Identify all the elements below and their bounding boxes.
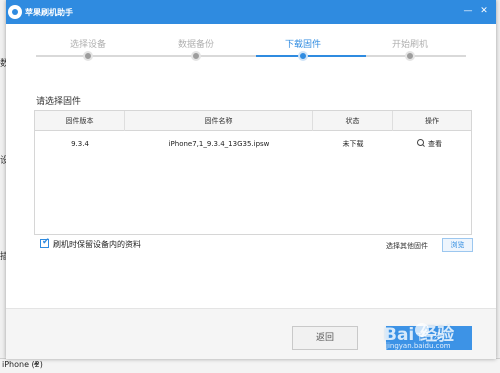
dialog-title: 苹果刷机助手	[25, 8, 73, 17]
column-status: 状态	[313, 111, 393, 131]
step-dot-download	[298, 51, 308, 61]
back-button[interactable]: 返回	[292, 326, 358, 350]
column-name: 固件名称	[125, 111, 313, 131]
keep-data-label[interactable]: 刷机时保留设备内的资料	[53, 239, 141, 250]
step-label-backup: 数据备份	[177, 40, 214, 50]
row-version: 9.3.4	[71, 140, 89, 148]
column-action: 操作	[425, 117, 439, 125]
section-label: 请选择固件	[36, 97, 82, 107]
step-dot-select-device	[83, 51, 93, 61]
row-status: 未下载	[342, 140, 364, 148]
step-label-flash: 开始刷机	[391, 40, 428, 50]
step-line-pending	[366, 55, 466, 57]
watermark-url: jingyan.baidu.com	[386, 342, 451, 350]
paw-icon	[415, 323, 429, 337]
baidu-watermark: Bai 经验 jingyan.baidu.com	[384, 318, 494, 358]
step-dot-flash	[405, 51, 415, 61]
step-label-select-device: 选择设备	[69, 40, 106, 50]
search-icon	[417, 139, 425, 147]
step-label-download: 下载固件	[284, 40, 321, 50]
view-button[interactable]: 查看	[417, 132, 442, 156]
step-line-active	[256, 55, 366, 57]
title-bar[interactable]: 苹果刷机助手 — ✕	[6, 0, 496, 24]
background-taskbar: iPhone (2) ⏶	[0, 358, 500, 373]
keep-data-checkbox[interactable]: ✔	[40, 237, 50, 248]
step-dot-backup	[191, 51, 201, 61]
table-header: 固件版本 固件名称 状态 操作	[35, 111, 471, 131]
table-row[interactable]: 9.3.4 iPhone7,1_9.3.4_13G35.ipsw 未下载 查看	[35, 132, 471, 156]
view-button-label: 查看	[428, 140, 442, 148]
checkmark-icon: ✔	[42, 237, 50, 247]
other-firmware-label: 选择其他固件	[386, 242, 428, 250]
row-firmware-name: iPhone7,1_9.3.4_13G35.ipsw	[168, 140, 270, 148]
browse-button[interactable]: 浏览	[442, 238, 473, 252]
minimize-button[interactable]: —	[462, 6, 474, 16]
step-progress: 选择设备 数据备份 下载固件 开始刷机	[6, 24, 496, 80]
firmware-table: 固件版本 固件名称 状态 操作 9.3.4 iPhone7,1_9.3.4_13…	[34, 110, 472, 235]
app-logo-icon	[8, 5, 22, 19]
eject-icon[interactable]: ⏶	[33, 359, 39, 369]
close-button[interactable]: ✕	[478, 6, 490, 16]
step-line-done	[36, 55, 256, 57]
column-version: 固件版本	[35, 111, 125, 131]
flash-assistant-dialog: 苹果刷机助手 — ✕ 选择设备 数据备份 下载固件 开始刷机 请选择固件 固件版…	[6, 0, 496, 359]
